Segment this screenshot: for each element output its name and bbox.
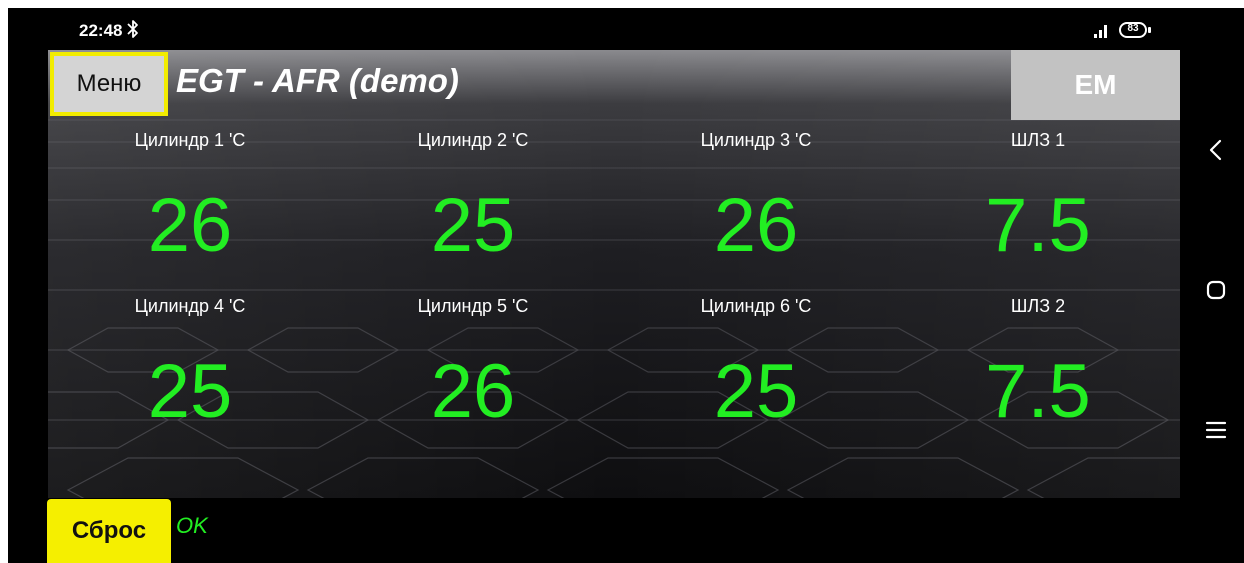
phone-screen: 22:48 83 Меню EGT - AFR (demo) EM Цилинд… bbox=[8, 8, 1244, 563]
page-title: EGT - AFR (demo) bbox=[176, 62, 459, 99]
sensor-value-cylinder-4: 25 bbox=[147, 349, 233, 434]
sensor-value-afr-1: 7.5 bbox=[985, 183, 1091, 268]
sensor-label-cylinder-4: Цилиндр 4 'C bbox=[134, 296, 246, 316]
battery-level: 83 bbox=[1127, 23, 1139, 34]
sensor-value-cylinder-3: 26 bbox=[713, 183, 799, 268]
sensor-value-afr-2: 7.5 bbox=[985, 349, 1091, 434]
connection-status: OK bbox=[176, 513, 208, 538]
sensor-value-cylinder-2: 25 bbox=[430, 183, 516, 268]
signal-icon bbox=[1094, 25, 1107, 38]
sensor-value-cylinder-1: 26 bbox=[147, 183, 233, 268]
sensor-label-cylinder-2: Цилиндр 2 'C bbox=[417, 130, 529, 150]
sensor-label-cylinder-1: Цилиндр 1 'C bbox=[134, 130, 246, 150]
sensor-label-cylinder-3: Цилиндр 3 'C bbox=[700, 130, 812, 150]
sensor-label-afr-1: ШЛЗ 1 bbox=[1010, 130, 1066, 150]
sensor-label-afr-2: ШЛЗ 2 bbox=[1010, 296, 1066, 316]
sensor-value-cylinder-6: 25 bbox=[713, 349, 799, 434]
bluetooth-icon bbox=[127, 20, 138, 38]
home-icon[interactable] bbox=[1194, 268, 1238, 312]
app-area: Меню EGT - AFR (demo) EM Цилиндр 1 'C 26… bbox=[48, 50, 1180, 498]
em-button[interactable]: EM bbox=[1011, 50, 1180, 120]
menu-button[interactable]: Меню bbox=[50, 52, 168, 116]
sensor-label-cylinder-6: Цилиндр 6 'C bbox=[700, 296, 812, 316]
status-bar: 22:48 83 bbox=[8, 8, 1208, 50]
battery-icon: 83 bbox=[1119, 22, 1153, 40]
sensor-label-cylinder-5: Цилиндр 5 'C bbox=[417, 296, 529, 316]
recents-icon[interactable] bbox=[1194, 408, 1238, 452]
back-icon[interactable] bbox=[1194, 128, 1238, 172]
status-time: 22:48 bbox=[79, 21, 123, 40]
sensor-value-cylinder-5: 26 bbox=[430, 349, 516, 434]
reset-button[interactable]: Сброс bbox=[47, 499, 171, 563]
